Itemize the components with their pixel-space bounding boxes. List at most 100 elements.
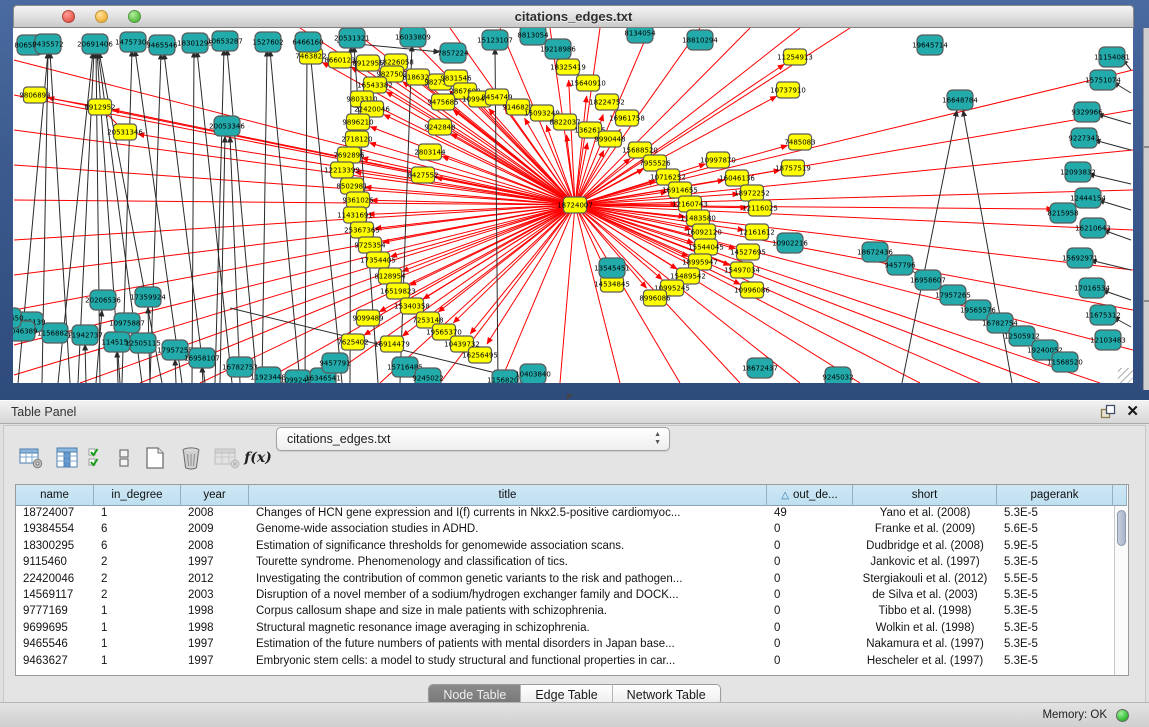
table-row[interactable]: 2242004622012Investigating the contribut… bbox=[16, 572, 1114, 588]
graph-node[interactable]: 16958607 bbox=[910, 270, 946, 290]
graph-node[interactable]: 16648784 bbox=[942, 90, 978, 110]
window-resize-grip[interactable] bbox=[1118, 368, 1133, 383]
graph-node[interactable]: 15640910 bbox=[570, 75, 606, 91]
graph-node[interactable]: 11431691 bbox=[337, 207, 373, 223]
graph-node[interactable]: 17016534 bbox=[1074, 278, 1110, 298]
graph-node[interactable]: 20206536 bbox=[85, 290, 121, 310]
graph-node[interactable]: 10737910 bbox=[770, 82, 806, 98]
column-header-year[interactable]: year bbox=[181, 485, 249, 506]
graph-node[interactable]: 20053346 bbox=[209, 116, 245, 136]
column-header-out_de[interactable]: △out_de... bbox=[767, 485, 853, 506]
graph-node[interactable]: 10653287 bbox=[207, 31, 243, 51]
graph-node[interactable]: 1527602 bbox=[252, 32, 283, 52]
create-column-icon[interactable] bbox=[140, 445, 170, 471]
graph-node[interactable]: 9245022 bbox=[412, 368, 443, 383]
graph-node[interactable]: 20691406 bbox=[77, 34, 113, 54]
graph-node[interactable]: 10997870 bbox=[700, 152, 736, 168]
select-all-icon[interactable] bbox=[88, 445, 108, 471]
graph-node[interactable]: 7625402 bbox=[337, 334, 368, 350]
graph-node[interactable]: 11675312 bbox=[1085, 305, 1121, 325]
graph-node[interactable]: 9896210 bbox=[342, 114, 373, 130]
table-mode-icon[interactable] bbox=[16, 445, 46, 471]
column-header-in_degree[interactable]: in_degree bbox=[94, 485, 181, 506]
graph-node[interactable]: 10403840 bbox=[515, 364, 551, 383]
graph-node[interactable]: 8427552 bbox=[407, 167, 438, 183]
graph-node[interactable]: 9806893 bbox=[19, 87, 50, 103]
graph-node[interactable]: 11154081 bbox=[1094, 47, 1130, 67]
graph-node[interactable]: 9242848 bbox=[424, 119, 455, 135]
column-visibility-icon[interactable] bbox=[52, 445, 82, 471]
graph-node[interactable]: 20531321 bbox=[334, 28, 370, 48]
graph-node[interactable]: 18672437 bbox=[742, 358, 778, 378]
column-header-title[interactable]: title bbox=[249, 485, 767, 506]
graph-node[interactable]: 17359924 bbox=[130, 287, 166, 307]
graph-node[interactable]: 9361026 bbox=[342, 192, 374, 208]
graph-node[interactable]: 8128954 bbox=[374, 268, 406, 284]
network-canvas[interactable]: 1822605889129558660123982750316543382980… bbox=[13, 28, 1133, 383]
graph-node[interactable]: 16958107 bbox=[184, 348, 220, 368]
graph-node[interactable]: 7485083 bbox=[784, 134, 815, 150]
graph-node[interactable]: 11254913 bbox=[777, 49, 813, 65]
graph-node[interactable]: 12444154 bbox=[1070, 188, 1106, 208]
graph-node[interactable]: 2718120 bbox=[341, 131, 372, 147]
graph-node[interactable]: 18224752 bbox=[589, 94, 625, 110]
graph-node[interactable]: 18757519 bbox=[775, 160, 811, 176]
graph-node[interactable]: 7692896 bbox=[333, 147, 365, 163]
graph-node[interactable]: 8912952 bbox=[84, 99, 115, 115]
graph-node[interactable]: 11942737 bbox=[67, 325, 103, 345]
table-row[interactable]: 946362711997Embryonic stem cells: a mode… bbox=[16, 654, 1114, 670]
graph-node[interactable]: 9475685 bbox=[427, 94, 458, 110]
function-builder-icon[interactable]: f(x) bbox=[248, 445, 268, 471]
graph-node[interactable]: 8912955 bbox=[352, 55, 383, 71]
graph-node[interactable]: 8996086 bbox=[639, 290, 671, 306]
graph-node[interactable]: 18972252 bbox=[734, 185, 770, 201]
graph-node[interactable]: 13545451 bbox=[594, 258, 630, 278]
graph-node[interactable]: 9465546 bbox=[146, 35, 178, 55]
graph-node[interactable]: 9725354 bbox=[354, 237, 386, 253]
graph-node[interactable]: 8660123 bbox=[324, 52, 355, 68]
graph-node[interactable]: 18325419 bbox=[550, 59, 586, 75]
graph-node[interactable]: 19645714 bbox=[912, 35, 948, 55]
table-row[interactable]: 1830029562008Estimation of significance … bbox=[16, 539, 1114, 555]
delete-column-icon[interactable] bbox=[176, 445, 206, 471]
table-row[interactable]: 946554611997Estimation of the future num… bbox=[16, 637, 1114, 653]
graph-node[interactable]: 11568520 bbox=[1047, 352, 1083, 372]
window-titlebar[interactable]: citations_edges.txt bbox=[13, 5, 1134, 28]
graph-node[interactable]: 9245032 bbox=[822, 367, 853, 383]
graph-node[interactable]: 25367365 bbox=[344, 222, 380, 238]
table-vertical-scrollbar[interactable] bbox=[1114, 506, 1128, 675]
table-row[interactable]: 1456911722003Disruption of a novel membe… bbox=[16, 588, 1114, 604]
graph-node[interactable]: 6466160 bbox=[292, 32, 323, 52]
column-header-name[interactable]: name bbox=[16, 485, 94, 506]
table-row[interactable]: 977716911998Corpus callosum shape and si… bbox=[16, 604, 1114, 620]
graph-node[interactable]: 7857224 bbox=[437, 43, 469, 63]
graph-node[interactable]: 16046136 bbox=[719, 170, 755, 186]
graph-node[interactable]: 18810294 bbox=[682, 30, 718, 50]
table-row[interactable]: 1938455462009Genome-wide association stu… bbox=[16, 522, 1114, 538]
graph-node[interactable]: 8134054 bbox=[624, 28, 656, 43]
graph-node[interactable]: 12161612 bbox=[739, 224, 775, 240]
scrollbar-thumb[interactable] bbox=[1117, 510, 1126, 546]
graph-node[interactable]: 17354405 bbox=[360, 252, 396, 268]
graph-node[interactable]: 8215958 bbox=[1047, 203, 1078, 223]
graph-node[interactable]: 9457796 bbox=[884, 255, 916, 275]
graph-node[interactable]: 16914479 bbox=[374, 336, 410, 352]
graph-node[interactable]: 15692971 bbox=[1062, 248, 1098, 268]
graph-node[interactable]: 12103483 bbox=[1090, 330, 1126, 350]
graph-node[interactable]: 10902216 bbox=[772, 233, 808, 253]
graph-node[interactable]: 9099489 bbox=[352, 310, 383, 326]
table-row[interactable]: 969969511998Structural magnetic resonanc… bbox=[16, 621, 1114, 637]
graph-node[interactable]: 2803144 bbox=[414, 144, 446, 160]
graph-node[interactable]: 12505115 bbox=[125, 333, 161, 353]
table-row[interactable]: 1872400712008Changes of HCN gene express… bbox=[16, 506, 1114, 522]
table-select-dropdown[interactable]: citations_edges.txt ▲ ▼ bbox=[276, 427, 670, 451]
graph-node[interactable]: 16033809 bbox=[395, 28, 431, 47]
column-header-pagerank[interactable]: pagerank bbox=[997, 485, 1113, 506]
graph-node[interactable]: 9329966 bbox=[1071, 102, 1103, 122]
graph-node[interactable]: 19218986 bbox=[540, 39, 576, 59]
row-height-icon[interactable] bbox=[114, 445, 134, 471]
table-row[interactable]: 911546021997Tourette syndrome. Phenomeno… bbox=[16, 555, 1114, 571]
graph-node[interactable]: 17957265 bbox=[935, 285, 971, 305]
graph-node[interactable]: 9227343 bbox=[1068, 128, 1099, 148]
graph-node[interactable]: 12093832 bbox=[1060, 162, 1096, 182]
